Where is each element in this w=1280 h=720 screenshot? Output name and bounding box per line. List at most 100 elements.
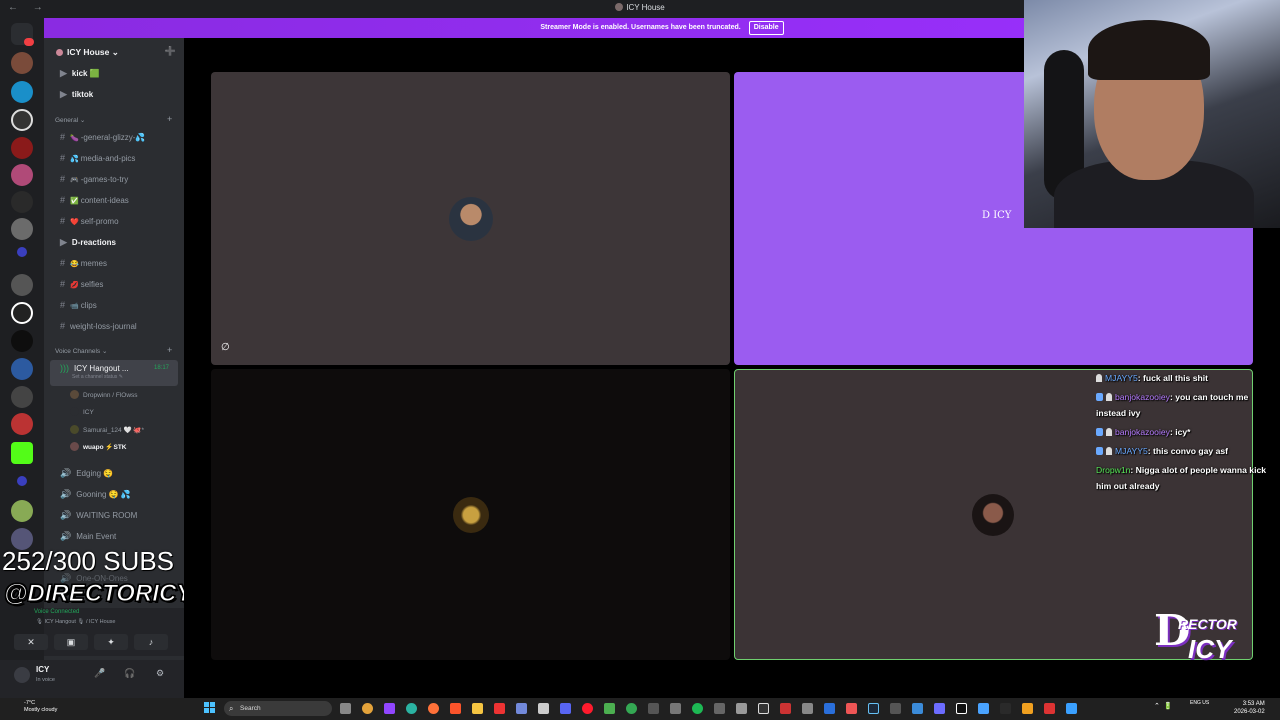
app-icon-16[interactable] — [912, 703, 923, 714]
channel-status[interactable]: Set a channel status ✎ — [72, 372, 123, 382]
server-header[interactable]: ICY House ⌄ ➕ — [44, 38, 184, 66]
app-icon-6[interactable] — [648, 703, 659, 714]
app-icon-15[interactable] — [890, 703, 901, 714]
channel-games-to-try[interactable]: # 🎮 -games-to-try — [50, 171, 178, 187]
weather-widget[interactable]: -7°C Mostly cloudy — [24, 700, 57, 714]
server-icon-11[interactable] — [11, 358, 33, 380]
microphone-icon[interactable]: 🎤 — [94, 668, 105, 679]
app-icon-18[interactable] — [978, 703, 989, 714]
server-icon-6[interactable] — [11, 191, 33, 213]
channel-content-ideas[interactable]: # ✅ content-ideas — [50, 192, 178, 208]
windows-start-icon[interactable] — [204, 702, 216, 714]
server-icon-4[interactable] — [11, 137, 33, 159]
channel-kick[interactable]: ▶ kick 🟩 — [50, 65, 178, 81]
channel-general-glizzy[interactable]: # 🍆 -general-glizzy-💦 — [50, 129, 178, 145]
discord-taskbar-icon[interactable] — [560, 703, 571, 714]
system-tray[interactable]: ⌃ 🔋 — [1154, 702, 1172, 710]
disable-button[interactable]: Disable — [748, 21, 784, 35]
folder-icon-2[interactable] — [17, 476, 27, 486]
soundboard-icon[interactable]: ♪ — [134, 634, 168, 650]
avatar[interactable] — [14, 667, 30, 683]
add-channel-icon[interactable]: + — [167, 345, 172, 355]
app-icon-2[interactable] — [494, 703, 505, 714]
category-general[interactable]: General ⌄ + — [55, 114, 172, 124]
voice-user-dropwinn[interactable]: Dropwinn / FlOwss — [70, 388, 138, 404]
participant-tile-1[interactable]: ∅ — [211, 72, 730, 365]
add-channel-icon[interactable]: + — [167, 114, 172, 124]
app-icon-17[interactable] — [934, 703, 945, 714]
voice-channel-icy-hangout[interactable]: ))) ICY Hangout ... 18:17 Set a channel s… — [50, 360, 178, 386]
server-icon-10[interactable] — [11, 330, 33, 352]
app-icon-purple[interactable] — [384, 703, 395, 714]
app-icon-13[interactable] — [824, 703, 835, 714]
headphones-icon[interactable]: 🎧 — [124, 668, 135, 679]
app-icon-11[interactable] — [780, 703, 791, 714]
screen-share-icon[interactable]: ▣ — [54, 634, 88, 650]
voice-channel-edging[interactable]: 🔊 Edging 🤤 — [50, 465, 178, 481]
category-voice[interactable]: Voice Channels ⌄ + — [55, 345, 172, 355]
steam-icon[interactable] — [868, 703, 879, 714]
app-icon-4[interactable] — [538, 703, 549, 714]
app-icon-12[interactable] — [802, 703, 813, 714]
server-icon-2[interactable] — [11, 81, 33, 103]
edge-icon[interactable] — [406, 703, 417, 714]
voice-channel-main-event[interactable]: 🔊 Main Event — [50, 528, 178, 544]
voice-user-icy[interactable]: ICY — [70, 405, 94, 421]
channel-d-reactions[interactable]: ▶ D-reactions — [50, 234, 178, 250]
server-icon-14[interactable] — [11, 500, 33, 522]
app-icon-9[interactable] — [736, 703, 747, 714]
app-icon-8[interactable] — [714, 703, 725, 714]
folder-icon[interactable] — [17, 247, 27, 257]
channel-emoji: 🍆 — [70, 135, 79, 142]
gear-icon[interactable]: ⚙ — [156, 668, 164, 679]
spotify-icon[interactable] — [692, 703, 703, 714]
app-icon-19[interactable] — [1000, 703, 1011, 714]
server-icon-3[interactable] — [11, 109, 33, 131]
capcut-icon[interactable] — [956, 703, 967, 714]
app-icon-5[interactable] — [604, 703, 615, 714]
voice-channel-waiting-room[interactable]: 🔊 WAITING ROOM — [50, 507, 178, 523]
server-icon-8[interactable] — [11, 274, 33, 296]
user-name[interactable]: ICY — [36, 665, 49, 674]
channel-memes[interactable]: # 😂 memes — [50, 255, 178, 271]
chrome-icon[interactable] — [362, 703, 373, 714]
server-icon-5[interactable] — [11, 164, 33, 186]
server-icon-7[interactable] — [11, 218, 33, 240]
voice-user-samurai[interactable]: Samurai_124 🤍 🐙* — [70, 423, 144, 439]
channel-selfies[interactable]: # 💋 selfies — [50, 276, 178, 292]
chrome-icon-2[interactable] — [626, 703, 637, 714]
channel-self-promo[interactable]: # ❤️ self-promo — [50, 213, 178, 229]
voice-connected-channel[interactable]: 🎙 ICY Hangout 🎙 / ICY House — [36, 619, 116, 625]
kick-icon[interactable] — [11, 442, 33, 464]
folder-icon[interactable] — [472, 703, 483, 714]
participant-tile-3[interactable] — [211, 369, 730, 660]
camera-off-icon[interactable]: ✕ — [14, 634, 48, 650]
channel-media-and-pics[interactable]: # 💦 media-and-pics — [50, 150, 178, 166]
app-icon-14[interactable] — [846, 703, 857, 714]
file-explorer-icon[interactable] — [340, 703, 351, 714]
voice-user-wuapo[interactable]: wuapo ⚡STK — [70, 440, 126, 456]
language-indicator[interactable]: ENG US — [1190, 700, 1209, 707]
brave-icon[interactable] — [450, 703, 461, 714]
taskbar-search[interactable]: ⌕ Search — [224, 701, 332, 716]
app-icon-21[interactable] — [1044, 703, 1055, 714]
channel-clips[interactable]: # 📹 clips — [50, 297, 178, 313]
server-icon-13[interactable] — [11, 413, 33, 435]
app-icon-3[interactable] — [516, 703, 527, 714]
app-icon-22[interactable] — [1066, 703, 1077, 714]
app-icon-10[interactable] — [758, 703, 769, 714]
server-icon-12[interactable] — [11, 386, 33, 408]
add-member-icon[interactable]: ➕ — [165, 46, 176, 57]
server-icon-1[interactable] — [11, 52, 33, 74]
opera-icon[interactable] — [582, 703, 593, 714]
avatar — [70, 442, 79, 451]
firefox-icon[interactable] — [428, 703, 439, 714]
channel-weight-loss-journal[interactable]: # weight-loss-journal — [50, 318, 178, 334]
voice-channel-gooning[interactable]: 🔊 Gooning 🤤 💦 — [50, 486, 178, 502]
app-icon-20[interactable] — [1022, 703, 1033, 714]
clock[interactable]: 3:53 AM 2026-03-02 — [1234, 700, 1265, 716]
app-icon-7[interactable] — [670, 703, 681, 714]
channel-tiktok[interactable]: ▶ tiktok — [50, 86, 178, 102]
server-icon-9[interactable] — [11, 302, 33, 324]
activities-icon[interactable]: ✦ — [94, 634, 128, 650]
